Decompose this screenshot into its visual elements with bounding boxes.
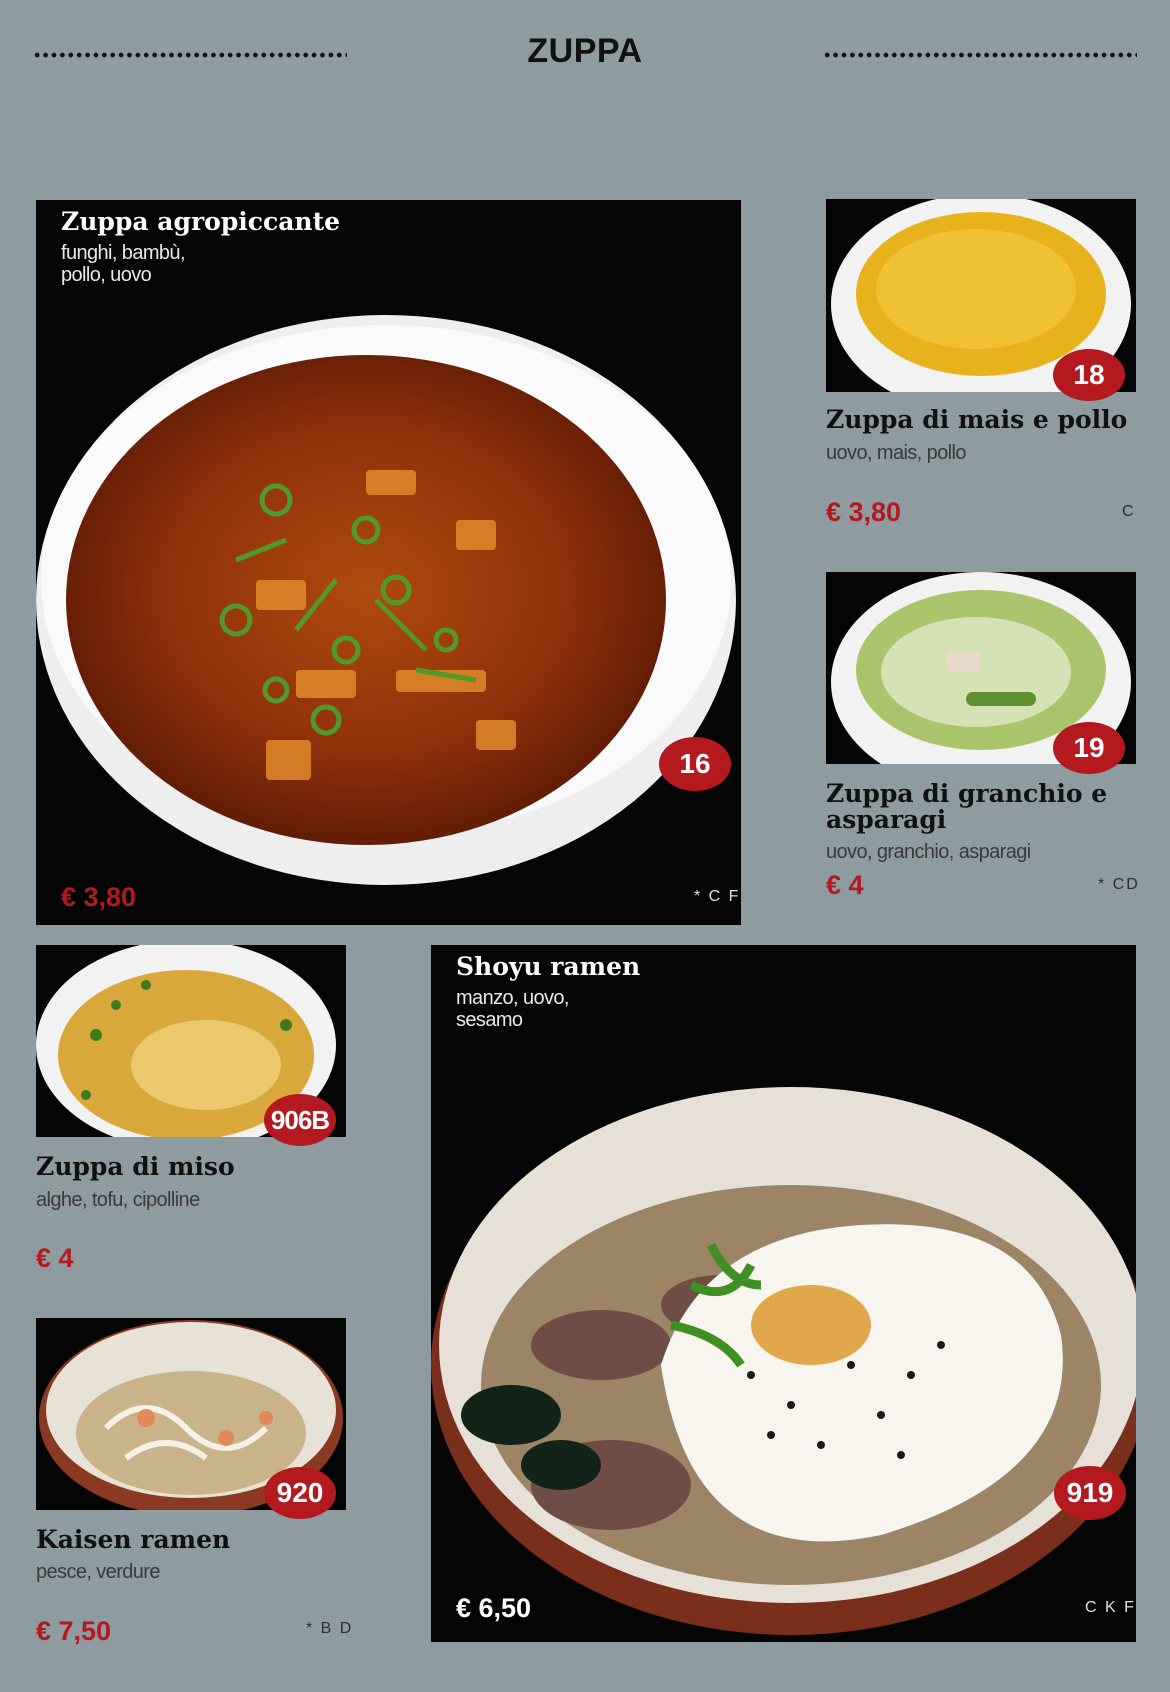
mais-desc: uovo, mais, pollo xyxy=(826,442,966,464)
agropiccante-allergens: * C F xyxy=(694,888,741,905)
mais-number-badge: 18 xyxy=(1053,349,1125,401)
agropiccante-card[interactable]: Zuppa agropiccante funghi, bambù, pollo,… xyxy=(36,200,741,925)
right-dotted-rule xyxy=(823,52,1137,58)
kaisen-desc: pesce, verdure xyxy=(36,1561,161,1583)
kaisen-price: € 7,50 xyxy=(36,1616,112,1646)
granchio-name-line2: asparagi xyxy=(826,805,947,834)
shoyu-photo xyxy=(431,1087,1136,1635)
kaisen-allergens: * B D xyxy=(306,1620,354,1637)
kaisen-number-badge: 920 xyxy=(264,1467,336,1519)
granchio-price: € 4 xyxy=(826,870,864,900)
agropiccante-price: € 3,80 xyxy=(61,882,137,912)
agropiccante-desc-line1: funghi, bambù, xyxy=(61,242,186,264)
kaisen-name: Kaisen ramen xyxy=(36,1525,231,1554)
shoyu-allergens: C K F xyxy=(1085,1599,1136,1616)
shoyu-name: Shoyu ramen xyxy=(456,952,641,981)
shoyu-card[interactable]: Shoyu ramen manzo, uovo, sesamo 919 € 6,… xyxy=(431,945,1136,1642)
granchio-desc: uovo, granchio, asparagi xyxy=(826,841,1031,863)
agropiccante-number-badge: 16 xyxy=(659,737,731,791)
agropiccante-name: Zuppa agropiccante xyxy=(61,207,341,236)
agropiccante-photo xyxy=(36,315,736,885)
granchio-name-line1: Zuppa di granchio e xyxy=(826,779,1108,808)
miso-price: € 4 xyxy=(36,1243,74,1273)
miso-desc: alghe, tofu, cipolline xyxy=(36,1189,200,1211)
granchio-allergens: * CD xyxy=(1098,876,1140,893)
shoyu-desc-line2: sesamo xyxy=(456,1009,523,1031)
granchio-number-badge: 19 xyxy=(1053,722,1125,774)
mais-allergens: C xyxy=(1122,503,1136,520)
miso-name: Zuppa di miso xyxy=(36,1152,235,1181)
shoyu-price: € 6,50 xyxy=(456,1593,532,1623)
mais-price: € 3,80 xyxy=(826,497,902,527)
miso-number-badge: 906B xyxy=(264,1094,336,1146)
mais-name: Zuppa di mais e pollo xyxy=(826,405,1128,434)
shoyu-number-badge: 919 xyxy=(1054,1466,1126,1520)
agropiccante-desc-line2: pollo, uovo xyxy=(61,264,152,286)
shoyu-desc-line1: manzo, uovo, xyxy=(456,987,569,1009)
